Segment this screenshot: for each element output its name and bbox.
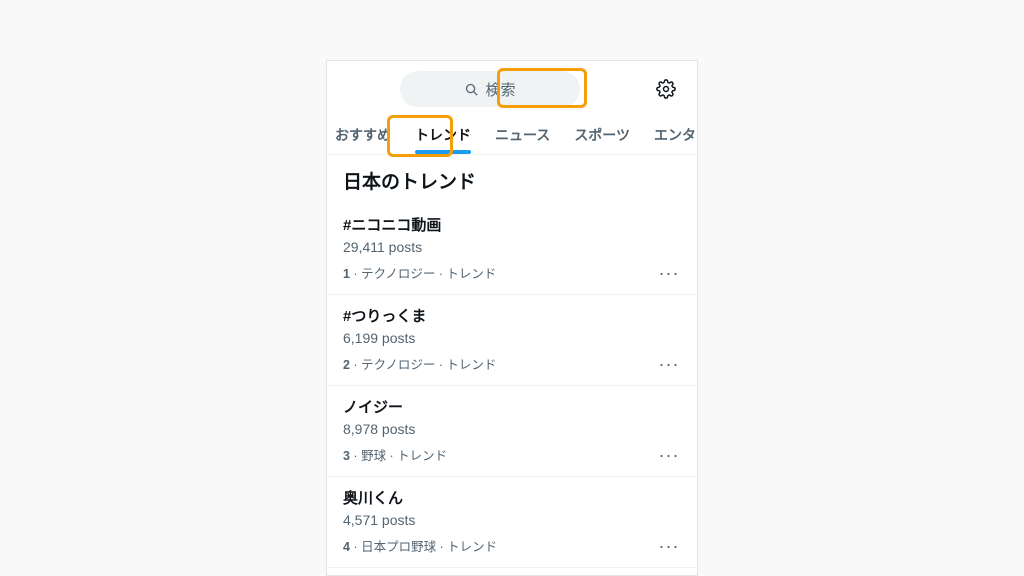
trend-name: ノイジー [343,396,681,417]
tab-label: トレンド [415,125,471,145]
tab-entertainment[interactable]: エンターテイ [642,115,697,154]
trend-more-button[interactable]: ··· [657,446,681,464]
trend-meta: 3 · 野球 · トレンド [343,445,447,464]
tab-label: スポーツ [574,125,630,145]
tab-trend[interactable]: トレンド [403,115,483,154]
trend-name: 奥川くん [343,487,681,508]
trend-meta: 4 · 日本プロ野球 · トレンド [343,536,497,555]
header-row: 検索 [327,61,697,115]
trend-name: #ニコニコ動画 [343,214,681,235]
search-icon [464,82,479,97]
search-input[interactable]: 検索 [400,71,580,107]
search-placeholder: 検索 [485,79,515,100]
explore-panel: 検索 おすすめ トレンド ニュース スポーツ エンターテイ 日本のトレンド #ニ… [326,60,698,576]
trend-item[interactable]: 奥川くん 4,571 posts 4 · 日本プロ野球 · トレンド ··· [327,477,697,568]
trend-more-button[interactable]: ··· [657,264,681,282]
search-wrap: 検索 [341,71,639,107]
section-title: 日本のトレンド [327,155,697,204]
trend-meta: 2 · テクノロジー · トレンド [343,354,496,373]
tabs: おすすめ トレンド ニュース スポーツ エンターテイ [327,115,697,155]
trend-name: #つりっくま [343,305,681,326]
trend-more-button[interactable]: ··· [657,355,681,373]
settings-button[interactable] [649,72,683,106]
trend-item[interactable]: ノイジー 8,978 posts 3 · 野球 · トレンド ··· [327,386,697,477]
trend-count: 29,411 posts [343,239,681,255]
tab-label: ニュース [495,125,550,145]
trend-count: 6,199 posts [343,330,681,346]
tab-label: エンターテイ [654,125,697,145]
tab-sports[interactable]: スポーツ [562,115,642,154]
tab-news[interactable]: ニュース [483,115,562,154]
tab-label: おすすめ [335,125,391,145]
trend-more-button[interactable]: ··· [657,537,681,555]
trend-count: 4,571 posts [343,512,681,528]
trend-meta: 1 · テクノロジー · トレンド [343,263,496,282]
trend-item[interactable]: #つりっくま 6,199 posts 2 · テクノロジー · トレンド ··· [327,295,697,386]
trend-item[interactable]: #ニコニコ動画 29,411 posts 1 · テクノロジー · トレンド ·… [327,204,697,295]
tab-recommended[interactable]: おすすめ [331,115,403,154]
gear-icon [656,79,676,99]
trend-count: 8,978 posts [343,421,681,437]
